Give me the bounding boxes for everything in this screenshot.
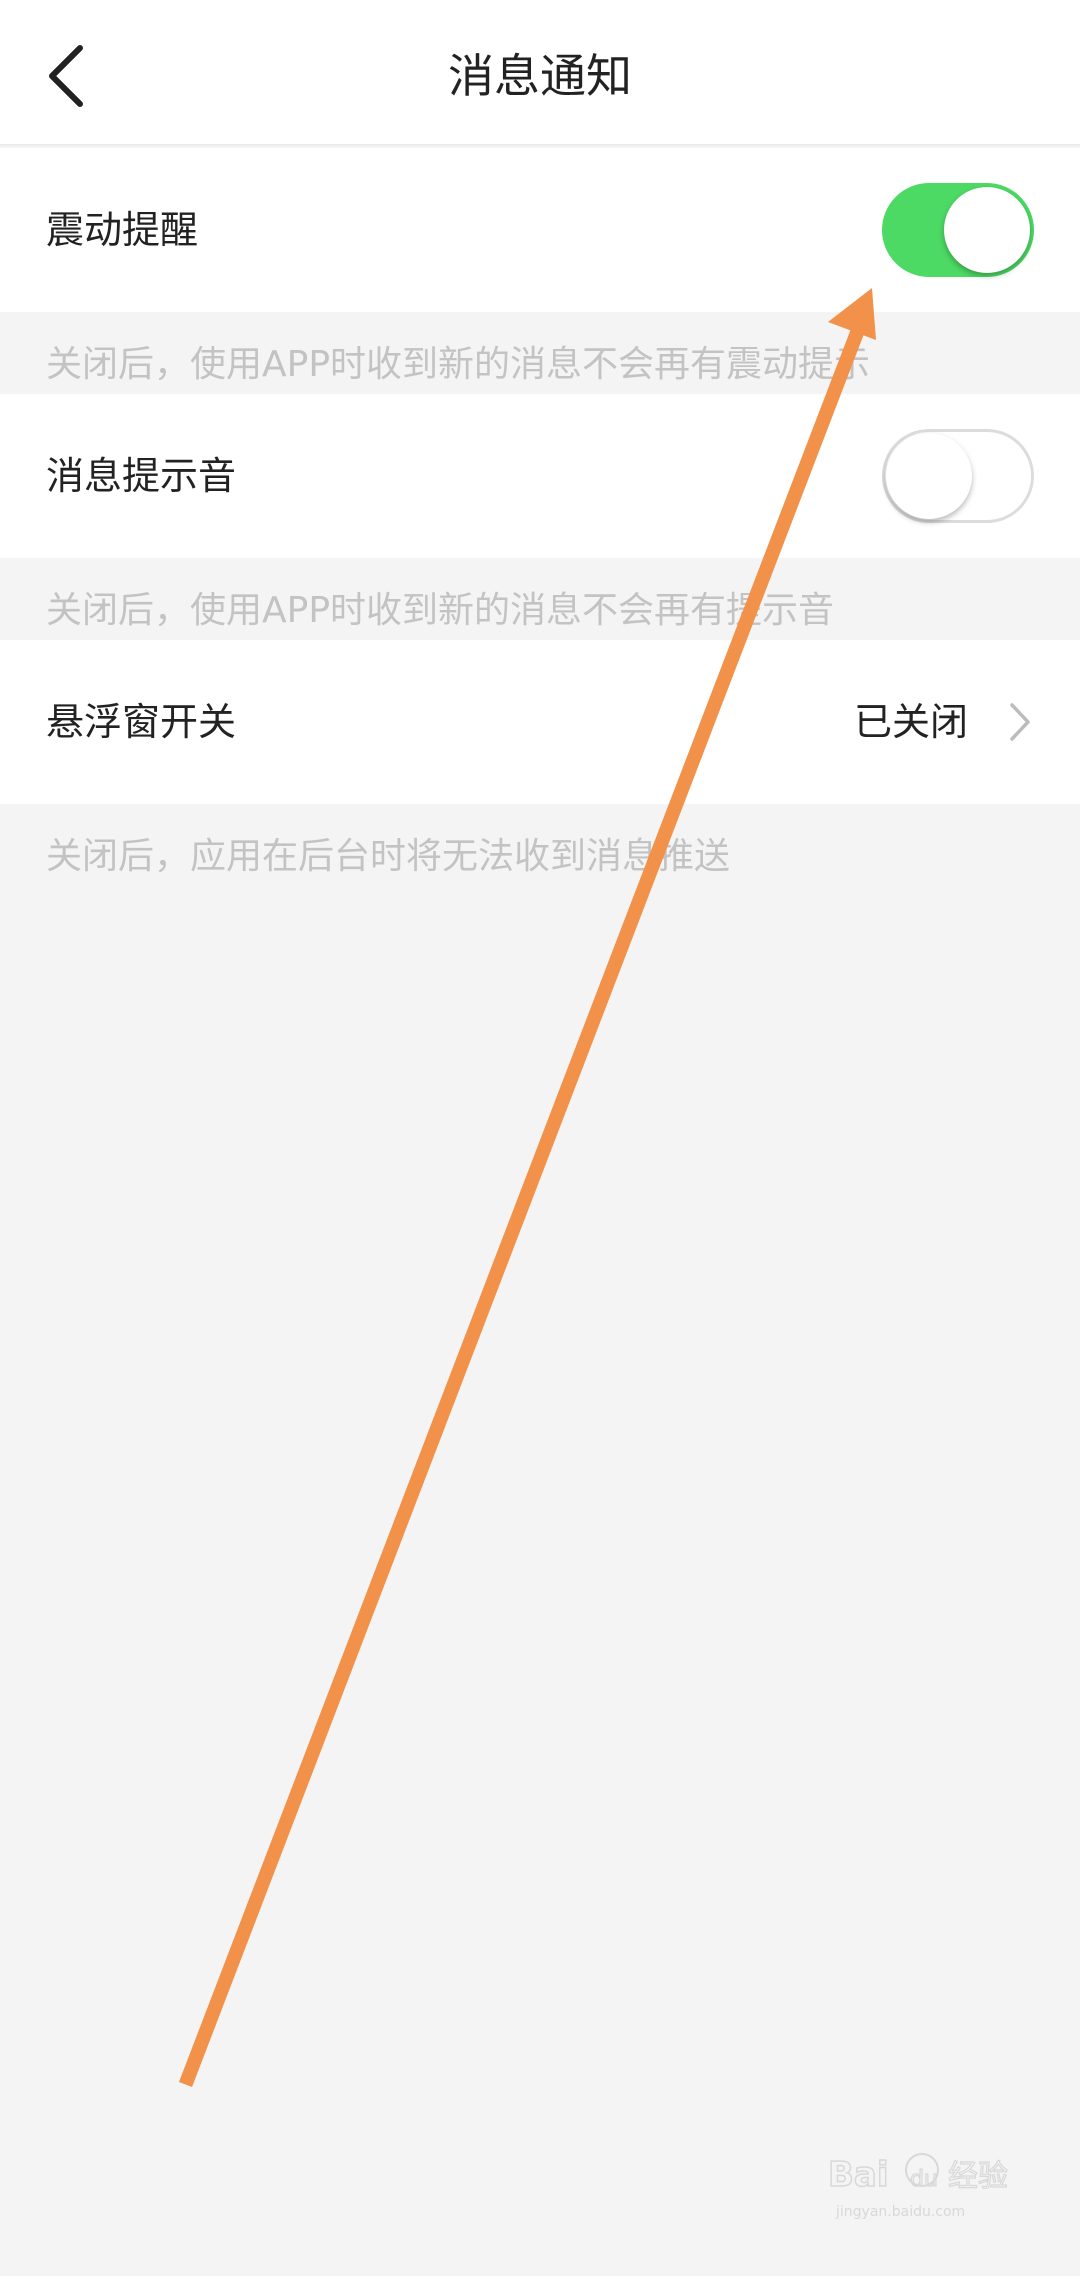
toggle-knob: [944, 187, 1030, 273]
svg-text:du: du: [910, 2167, 938, 2192]
setting-hint: 关闭后，应用在后台时将无法收到消息推送: [46, 836, 731, 877]
status-value: 已关闭: [853, 700, 968, 744]
sound-toggle[interactable]: [882, 429, 1034, 523]
setting-row-sound[interactable]: 消息提示音: [0, 394, 1080, 558]
svg-text:Bai: Bai: [828, 2155, 889, 2195]
vibration-toggle[interactable]: [882, 183, 1034, 277]
chevron-right-icon: [1010, 703, 1030, 741]
setting-label: 震动提醒: [46, 208, 199, 252]
baidu-watermark: Bai du 经验 jingyan.baidu.com: [826, 2136, 1026, 2226]
setting-row-vibration[interactable]: 震动提醒: [0, 148, 1080, 312]
setting-label: 消息提示音: [46, 454, 237, 498]
page-title: 消息通知: [448, 49, 632, 103]
setting-hint: 关闭后，使用APP时收到新的消息不会再有提示音: [46, 590, 835, 631]
svg-text:经验: 经验: [948, 2159, 1008, 2194]
setting-row-floating-window[interactable]: 悬浮窗开关 已关闭: [0, 640, 1080, 804]
setting-label: 悬浮窗开关: [46, 700, 237, 744]
header-bar: 消息通知: [0, 0, 1080, 146]
setting-hint: 关闭后，使用APP时收到新的消息不会再有震动提示: [46, 344, 871, 385]
toggle-knob: [886, 433, 972, 519]
svg-text:jingyan.baidu.com: jingyan.baidu.com: [835, 2204, 965, 2220]
